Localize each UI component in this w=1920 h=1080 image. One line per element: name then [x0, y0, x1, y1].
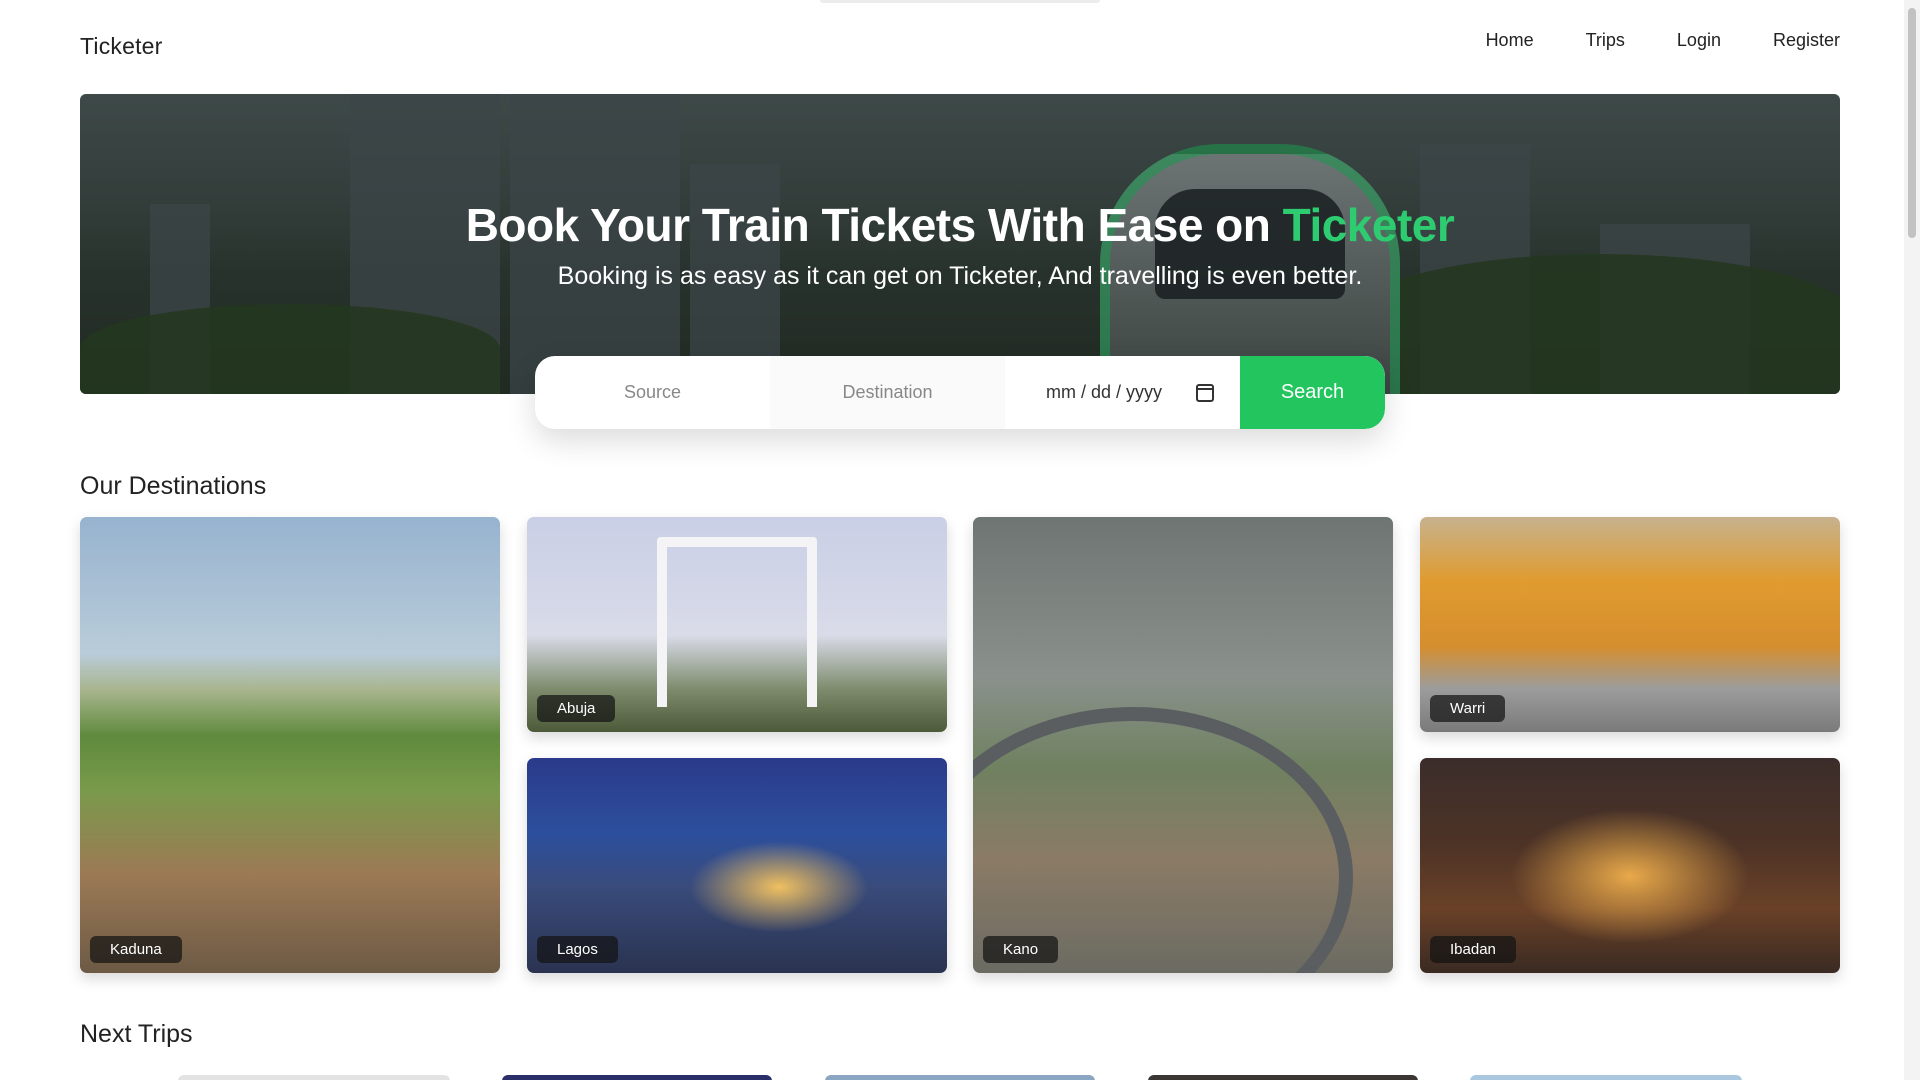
destination-card-warri[interactable]: Warri: [1420, 517, 1840, 732]
top-navbar: Ticketer Home Trips Login Register: [0, 0, 1904, 90]
hero-title: Book Your Train Tickets With Ease on Tic…: [80, 198, 1840, 252]
destination-placeholder: Destination: [842, 382, 933, 402]
hero-trees: [80, 304, 500, 394]
trip-card[interactable]: [502, 1075, 772, 1080]
trip-card[interactable]: [178, 1075, 450, 1080]
nav-home-link[interactable]: Home: [1486, 30, 1534, 51]
trip-card[interactable]: [1470, 1075, 1742, 1080]
destinations-title: Our Destinations: [80, 472, 267, 500]
next-trips-title: Next Trips: [80, 1020, 193, 1048]
top-decoration: [820, 0, 1100, 3]
destination-label: Abuja: [537, 695, 616, 722]
trip-card[interactable]: [825, 1075, 1095, 1080]
date-placeholder: mm / dd / yyyy: [1046, 382, 1163, 402]
destination-label: Lagos: [537, 936, 618, 963]
hero-subtitle: Booking is as easy as it can get on Tick…: [557, 262, 1363, 290]
nav-register-link[interactable]: Register: [1773, 30, 1840, 51]
nav-login-link[interactable]: Login: [1677, 30, 1721, 51]
destination-card-ibadan[interactable]: Ibadan: [1420, 758, 1840, 973]
destination-label: Kano: [983, 936, 1059, 963]
abuja-gate: [657, 537, 817, 707]
hero-title-accent: Ticketer: [1282, 199, 1455, 251]
nav-trips-link[interactable]: Trips: [1586, 30, 1625, 51]
scrollbar-thumb[interactable]: [1908, 8, 1916, 238]
brand-logo[interactable]: Ticketer: [80, 33, 163, 60]
source-input[interactable]: Source: [535, 356, 770, 429]
kano-flyover: [973, 707, 1353, 973]
page-scrollbar[interactable]: [1904, 0, 1920, 1080]
destination-card-kano[interactable]: Kano: [973, 517, 1393, 973]
hero-title-prefix: Book Your Train Tickets With Ease on: [465, 199, 1283, 251]
destination-card-abuja[interactable]: Abuja: [527, 517, 947, 732]
date-input[interactable]: mm / dd / yyyy: [1005, 356, 1240, 429]
source-placeholder: Source: [623, 382, 682, 402]
destination-label: Kaduna: [90, 936, 182, 963]
nav-links: Home Trips Login Register: [1486, 30, 1840, 51]
destination-label: Warri: [1430, 695, 1506, 722]
destination-input[interactable]: Destination: [770, 356, 1005, 429]
destination-card-lagos[interactable]: Lagos: [527, 758, 947, 973]
search-button[interactable]: Search: [1240, 356, 1385, 429]
destination-label: Ibadan: [1430, 936, 1516, 963]
search-bar: Source Destination mm / dd / yyyy Search: [535, 356, 1385, 429]
destination-card-kaduna[interactable]: Kaduna: [80, 517, 500, 973]
trip-card[interactable]: [1148, 1075, 1418, 1080]
calendar-icon[interactable]: [1196, 383, 1215, 402]
hero-banner: Book Your Train Tickets With Ease on Tic…: [80, 94, 1840, 394]
